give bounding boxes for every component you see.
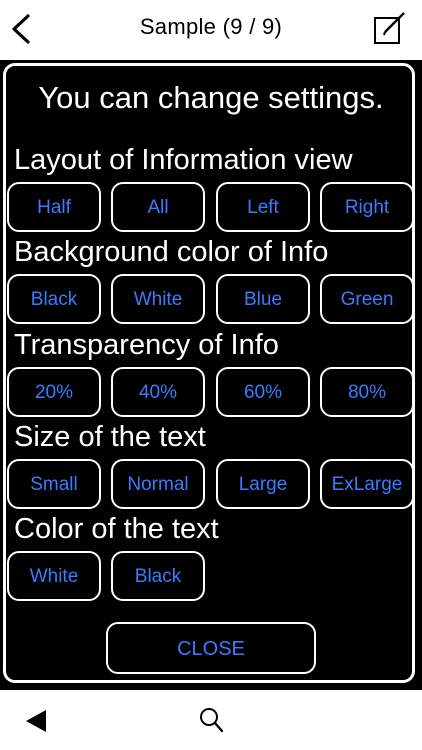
transparency-20-button[interactable]: 20% [7,367,101,417]
layout-right-button[interactable]: Right [320,182,414,232]
triangle-left-icon[interactable] [24,708,48,734]
text-size-normal-button[interactable]: Normal [111,459,205,509]
transparency-80-button[interactable]: 80% [320,367,414,417]
transparency-60-button[interactable]: 60% [216,367,310,417]
navigation-bar: Sample (9 / 9) [0,0,422,60]
text-size-exlarge-button[interactable]: ExLarge [320,459,414,509]
section-label-text-color: Color of the text [14,513,219,545]
close-button[interactable]: CLOSE [106,622,316,674]
settings-headline: You can change settings. [38,80,384,115]
text-color-black-button[interactable]: Black [111,551,205,601]
layout-left-button[interactable]: Left [216,182,310,232]
section-label-layout: Layout of Information view [14,144,353,176]
background-white-button[interactable]: White [111,274,205,324]
text-color-white-button[interactable]: White [7,551,101,601]
compose-icon[interactable] [372,10,408,46]
background-blue-button[interactable]: Blue [216,274,310,324]
transparency-40-button[interactable]: 40% [111,367,205,417]
search-icon[interactable] [198,706,224,734]
text-size-small-button[interactable]: Small [7,459,101,509]
chevron-left-icon[interactable] [8,12,34,46]
section-label-background-color: Background color of Info [14,236,329,268]
background-green-button[interactable]: Green [320,274,414,324]
background-black-button[interactable]: Black [7,274,101,324]
page-title: Sample (9 / 9) [139,14,283,39]
text-size-large-button[interactable]: Large [216,459,310,509]
layout-half-button[interactable]: Half [7,182,101,232]
section-label-text-size: Size of the text [14,421,206,453]
layout-all-button[interactable]: All [111,182,205,232]
section-label-transparency: Transparency of Info [14,329,279,361]
